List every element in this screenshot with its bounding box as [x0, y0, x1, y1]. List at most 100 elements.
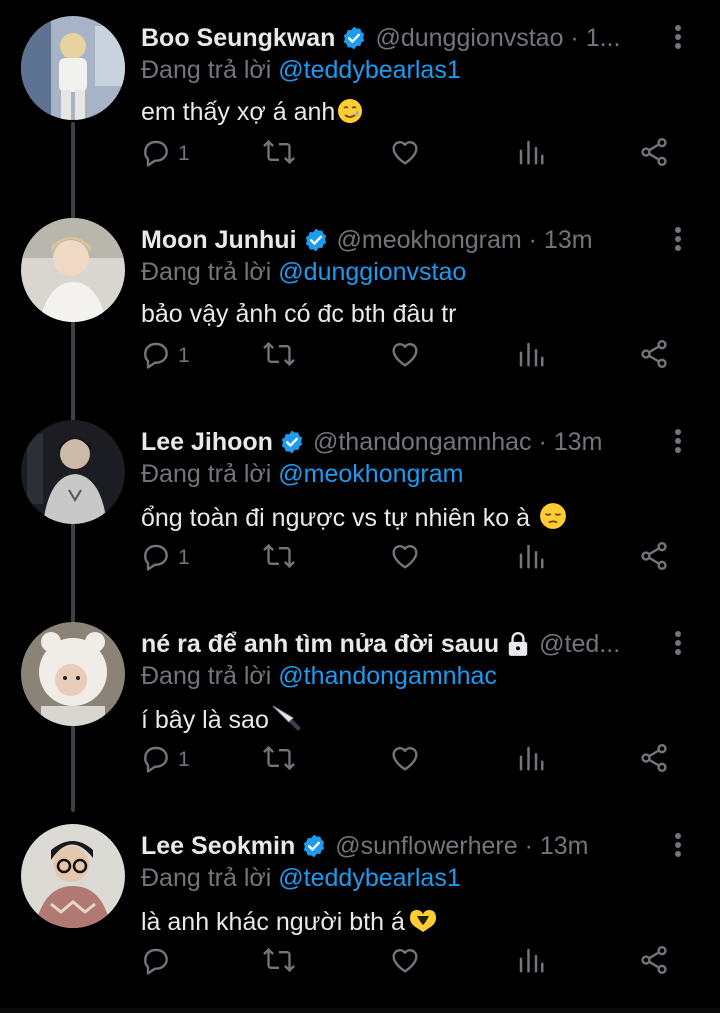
reply-count: 1 — [178, 344, 190, 367]
pensive-face-emoji-icon — [539, 502, 567, 537]
share-button[interactable] — [638, 738, 670, 782]
reply-button[interactable]: 1 — [140, 536, 190, 580]
tweet-text: ổng toàn đi ngược vs tự nhiên ko à — [141, 504, 530, 532]
heart-icon — [389, 338, 421, 375]
replying-to-label: Đang trả lời — [141, 864, 272, 892]
tweet[interactable]: Lee Seokmin @sunflowerhere · 13m Đang tr… — [0, 808, 720, 1010]
retweet-button[interactable] — [262, 536, 296, 580]
retweet-button[interactable] — [262, 940, 296, 984]
reply-count: 1 — [178, 546, 190, 569]
views-button[interactable] — [516, 738, 546, 782]
retweet-button[interactable] — [262, 738, 296, 782]
more-options-icon[interactable] — [664, 224, 692, 254]
reply-count: 1 — [178, 748, 190, 771]
retweet-button[interactable] — [262, 334, 296, 378]
analytics-icon — [516, 540, 546, 577]
like-button[interactable] — [389, 536, 421, 580]
tweet-actions-bar — [0, 940, 720, 984]
display-name[interactable]: Lee Seokmin — [141, 832, 295, 861]
replying-to-label: Đang trả lời — [141, 258, 272, 286]
display-name[interactable]: né ra để anh tìm nửa đời sauu — [141, 630, 499, 659]
like-button[interactable] — [389, 738, 421, 782]
views-button[interactable] — [516, 132, 546, 176]
tweet[interactable]: Moon Junhui @meokhongram · 13m Đang trả … — [0, 202, 720, 404]
mention-link[interactable]: @teddybearlas1 — [278, 56, 460, 84]
mention-link[interactable]: @thandongamnhac — [278, 662, 497, 690]
share-icon — [638, 742, 670, 779]
verified-badge-icon — [303, 227, 329, 253]
reply-icon — [140, 338, 172, 375]
avatar[interactable] — [21, 824, 125, 928]
avatar[interactable] — [21, 622, 125, 726]
tweet-actions-bar: 1 — [0, 536, 720, 580]
views-button[interactable] — [516, 940, 546, 984]
reply-button[interactable] — [140, 940, 178, 984]
replying-to-line: Đang trả lời @dunggionvstao — [141, 258, 466, 287]
heart-icon — [389, 742, 421, 779]
like-button[interactable] — [389, 132, 421, 176]
avatar[interactable] — [21, 420, 125, 524]
analytics-icon — [516, 742, 546, 779]
handle-and-time[interactable]: @thandongamnhac · 13m — [313, 428, 661, 457]
mention-link[interactable]: @meokhongram — [278, 460, 463, 488]
knife-emoji-icon — [271, 704, 301, 739]
share-icon — [638, 338, 670, 375]
heart-hands-emoji-icon — [407, 906, 439, 941]
verified-badge-icon — [279, 429, 305, 455]
replying-to-line: Đang trả lời @meokhongram — [141, 460, 463, 489]
reply-count: 1 — [178, 142, 190, 165]
tweet-actions-bar: 1 — [0, 132, 720, 176]
reply-button[interactable]: 1 — [140, 738, 190, 782]
retweet-icon — [262, 136, 296, 173]
more-options-icon[interactable] — [664, 426, 692, 456]
replying-to-label: Đang trả lời — [141, 56, 272, 84]
display-name[interactable]: Moon Junhui — [141, 226, 297, 255]
share-icon — [638, 944, 670, 981]
handle-and-time[interactable]: @ted... — [539, 630, 661, 659]
tweet[interactable]: Lee Jihoon @thandongamnhac · 13m Đang tr… — [0, 404, 720, 606]
avatar[interactable] — [21, 218, 125, 322]
share-button[interactable] — [638, 132, 670, 176]
mention-link[interactable]: @dunggionvstao — [278, 258, 466, 286]
retweet-button[interactable] — [262, 132, 296, 176]
like-button[interactable] — [389, 940, 421, 984]
tweet[interactable]: Boo Seungkwan @dunggionvstao · 1... Đang… — [0, 0, 720, 202]
reply-button[interactable]: 1 — [140, 132, 190, 176]
display-name[interactable]: Boo Seungkwan — [141, 24, 335, 53]
reply-icon — [140, 540, 172, 577]
replying-to-line: Đang trả lời @teddybearlas1 — [141, 56, 461, 85]
mention-link[interactable]: @teddybearlas1 — [278, 864, 460, 892]
like-button[interactable] — [389, 334, 421, 378]
display-name[interactable]: Lee Jihoon — [141, 428, 273, 457]
heart-icon — [389, 136, 421, 173]
heart-icon — [389, 540, 421, 577]
tweet-text-line: em thấy xợ á anh — [141, 98, 363, 131]
replying-to-label: Đang trả lời — [141, 662, 272, 690]
bottom-edge — [0, 1008, 720, 1013]
handle-and-time[interactable]: @dunggionvstao · 1... — [375, 24, 661, 53]
share-button[interactable] — [638, 334, 670, 378]
more-options-icon[interactable] — [664, 628, 692, 658]
share-button[interactable] — [638, 536, 670, 580]
reply-icon — [140, 742, 172, 779]
analytics-icon — [516, 944, 546, 981]
more-options-icon[interactable] — [664, 830, 692, 860]
share-button[interactable] — [638, 940, 670, 984]
handle-and-time[interactable]: @sunflowerhere · 13m — [335, 832, 661, 861]
views-button[interactable] — [516, 536, 546, 580]
more-options-icon[interactable] — [664, 22, 692, 52]
reply-button[interactable]: 1 — [140, 334, 190, 378]
replying-to-label: Đang trả lời — [141, 460, 272, 488]
tweet-text-line: bảo vậy ảnh có đc bth đâu tr — [141, 300, 457, 329]
views-button[interactable] — [516, 334, 546, 378]
tweet-text: í bây là sao — [141, 706, 269, 734]
avatar[interactable] — [21, 16, 125, 120]
analytics-icon — [516, 136, 546, 173]
tweet-text-line: ổng toàn đi ngược vs tự nhiên ko à — [141, 502, 567, 537]
reply-icon — [140, 136, 172, 173]
reply-icon — [140, 944, 172, 981]
heart-icon — [389, 944, 421, 981]
handle-and-time[interactable]: @meokhongram · 13m — [337, 226, 661, 255]
tweet-text: là anh khác người bth á — [141, 908, 405, 936]
tweet[interactable]: né ra để anh tìm nửa đời sauu @ted... Đa… — [0, 606, 720, 808]
